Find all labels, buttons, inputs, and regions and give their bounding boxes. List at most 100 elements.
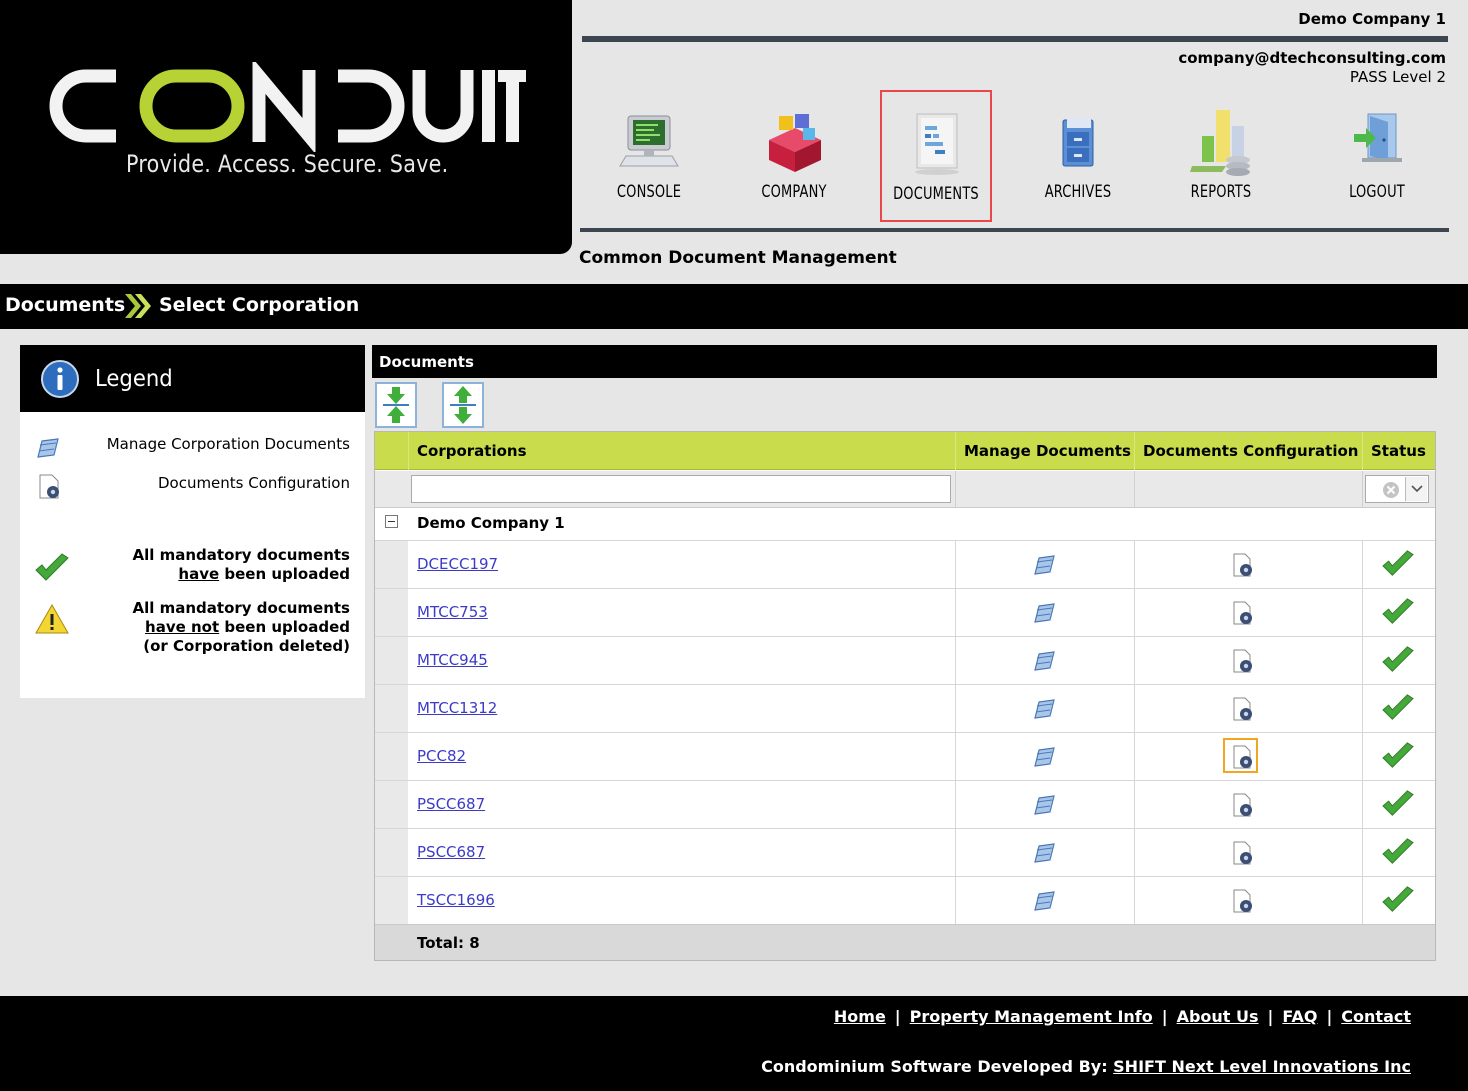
- nav-company-label: COMPANY: [761, 182, 827, 202]
- cell-config: [1134, 685, 1135, 732]
- nav-documents[interactable]: DOCUMENTS: [880, 90, 992, 222]
- manage-documents-icon[interactable]: [1031, 599, 1059, 627]
- legend-status-ok-rest: been uploaded: [219, 565, 350, 583]
- legend-status-warn-line1: All mandatory documents: [132, 599, 350, 617]
- row-indent: [375, 781, 408, 828]
- breadcrumb: Documents Select Corporation: [0, 284, 1468, 329]
- documents-configuration-icon[interactable]: [1228, 743, 1256, 771]
- row-indent: [375, 637, 408, 684]
- checkmark-icon: [1381, 741, 1415, 771]
- footer-credit-prefix: Condominium Software Developed By:: [761, 1057, 1114, 1076]
- legend-status-ok-text: All mandatory documents have been upload…: [133, 546, 350, 584]
- corporation-link[interactable]: PCC82: [417, 747, 466, 765]
- status-filter-select[interactable]: [1365, 475, 1429, 503]
- nav-reports[interactable]: REPORTS: [1154, 90, 1288, 222]
- legend-status-warn-line2: have not been uploaded: [133, 618, 350, 637]
- collapse-all-button[interactable]: [442, 382, 484, 428]
- legend-status-warn-underlined: have not: [145, 618, 220, 636]
- checkmark-icon: [35, 553, 69, 581]
- manage-documents-icon[interactable]: [1031, 743, 1059, 771]
- clear-filter-icon[interactable]: [1382, 481, 1400, 499]
- checkmark-icon: [1381, 789, 1415, 819]
- status-filter-dropdown-button[interactable]: [1405, 477, 1427, 501]
- legend-status-ok-line1: All mandatory documents: [132, 546, 350, 564]
- logo: Provide. Access. Secure. Save.: [0, 0, 572, 254]
- company-icon: [769, 114, 821, 172]
- expand-all-icon: [383, 387, 409, 423]
- corporation-link[interactable]: PSCC687: [417, 795, 485, 813]
- footer-credit-link[interactable]: SHIFT Next Level Innovations Inc: [1113, 1057, 1411, 1076]
- cell-manage: [955, 685, 956, 732]
- row-indent: [375, 685, 408, 732]
- column-documents-configuration[interactable]: Documents Configuration: [1134, 432, 1362, 470]
- documents-configuration-icon[interactable]: [1228, 551, 1256, 579]
- corporation-link[interactable]: MTCC753: [417, 603, 488, 621]
- account-company: Demo Company 1: [1298, 10, 1446, 28]
- logout-icon: [1354, 113, 1402, 162]
- cell-manage: [955, 733, 956, 780]
- footer-link-about-us[interactable]: About Us: [1177, 1007, 1259, 1026]
- manage-documents-icon[interactable]: [1031, 791, 1059, 819]
- documents-panel-header: Documents: [372, 345, 1437, 378]
- nav-logout[interactable]: LOGOUT: [1310, 90, 1444, 222]
- corporation-link[interactable]: TSCC1696: [417, 891, 495, 909]
- corporation-link[interactable]: PSCC687: [417, 843, 485, 861]
- corporation-link[interactable]: DCECC197: [417, 555, 498, 573]
- column-manage-documents[interactable]: Manage Documents: [955, 432, 1134, 470]
- group-collapse-toggle[interactable]: [385, 515, 398, 528]
- double-chevron-icon: [125, 294, 151, 318]
- cell-status: [1362, 541, 1363, 588]
- documents-configuration-icon[interactable]: [1228, 887, 1256, 915]
- breadcrumb-documents[interactable]: Documents: [5, 294, 125, 316]
- footer-link-contact[interactable]: Contact: [1341, 1007, 1411, 1026]
- corporation-filter-input[interactable]: [411, 475, 951, 503]
- console-icon: [619, 115, 679, 167]
- documents-configuration-icon[interactable]: [1228, 647, 1256, 675]
- cell-config: [1134, 781, 1135, 828]
- manage-documents-icon[interactable]: [1031, 839, 1059, 867]
- nav-archives[interactable]: ARCHIVES: [1010, 90, 1146, 222]
- filter-cell-status: [1362, 471, 1363, 508]
- manage-documents-icon[interactable]: [1031, 887, 1059, 915]
- documents-configuration-icon[interactable]: [1228, 695, 1256, 723]
- grid-filter-row: [375, 471, 1435, 508]
- footer-link-faq[interactable]: FAQ: [1282, 1007, 1317, 1026]
- table-row: PSCC687: [375, 828, 1435, 876]
- nav-divider: [580, 228, 1449, 232]
- cell-config: [1134, 637, 1135, 684]
- documents-configuration-icon[interactable]: [1228, 791, 1256, 819]
- legend-status-warn-text: All mandatory documents have not been up…: [133, 599, 350, 656]
- documents-configuration-icon[interactable]: [1228, 839, 1256, 867]
- manage-documents-icon[interactable]: [1031, 551, 1059, 579]
- checkmark-icon: [1381, 597, 1415, 627]
- nav-company[interactable]: COMPANY: [724, 90, 864, 222]
- table-row: PSCC687: [375, 780, 1435, 828]
- table-row: MTCC1312: [375, 684, 1435, 732]
- cell-status: [1362, 877, 1363, 924]
- column-status[interactable]: Status: [1362, 432, 1435, 470]
- column-corporations[interactable]: Corporations: [408, 432, 955, 470]
- nav-console[interactable]: CONSOLE: [582, 90, 716, 222]
- documents-configuration-icon[interactable]: [1228, 599, 1256, 627]
- manage-documents-icon[interactable]: [1031, 695, 1059, 723]
- warning-icon: [35, 603, 69, 634]
- footer-credit: Condominium Software Developed By: SHIFT…: [761, 1057, 1411, 1076]
- manage-documents-icon: [37, 438, 59, 458]
- cell-config: [1134, 829, 1135, 876]
- checkmark-icon: [1381, 885, 1415, 915]
- corporation-link[interactable]: MTCC1312: [417, 699, 497, 717]
- table-row: MTCC945: [375, 636, 1435, 684]
- cell-manage: [955, 637, 956, 684]
- cell-manage: [955, 589, 956, 636]
- footer-link-home[interactable]: Home: [834, 1007, 886, 1026]
- cell-manage: [955, 541, 956, 588]
- manage-documents-icon[interactable]: [1031, 647, 1059, 675]
- nav-console-label: CONSOLE: [616, 182, 682, 202]
- nav-reports-label: REPORTS: [1190, 182, 1252, 202]
- row-indent: [375, 829, 408, 876]
- footer-link-property-management[interactable]: Property Management Info: [910, 1007, 1153, 1026]
- expand-all-button[interactable]: [375, 382, 417, 428]
- cell-status: [1362, 733, 1363, 780]
- footer: Home | Property Management Info | About Us | F…: [0, 996, 1468, 1091]
- corporation-link[interactable]: MTCC945: [417, 651, 488, 669]
